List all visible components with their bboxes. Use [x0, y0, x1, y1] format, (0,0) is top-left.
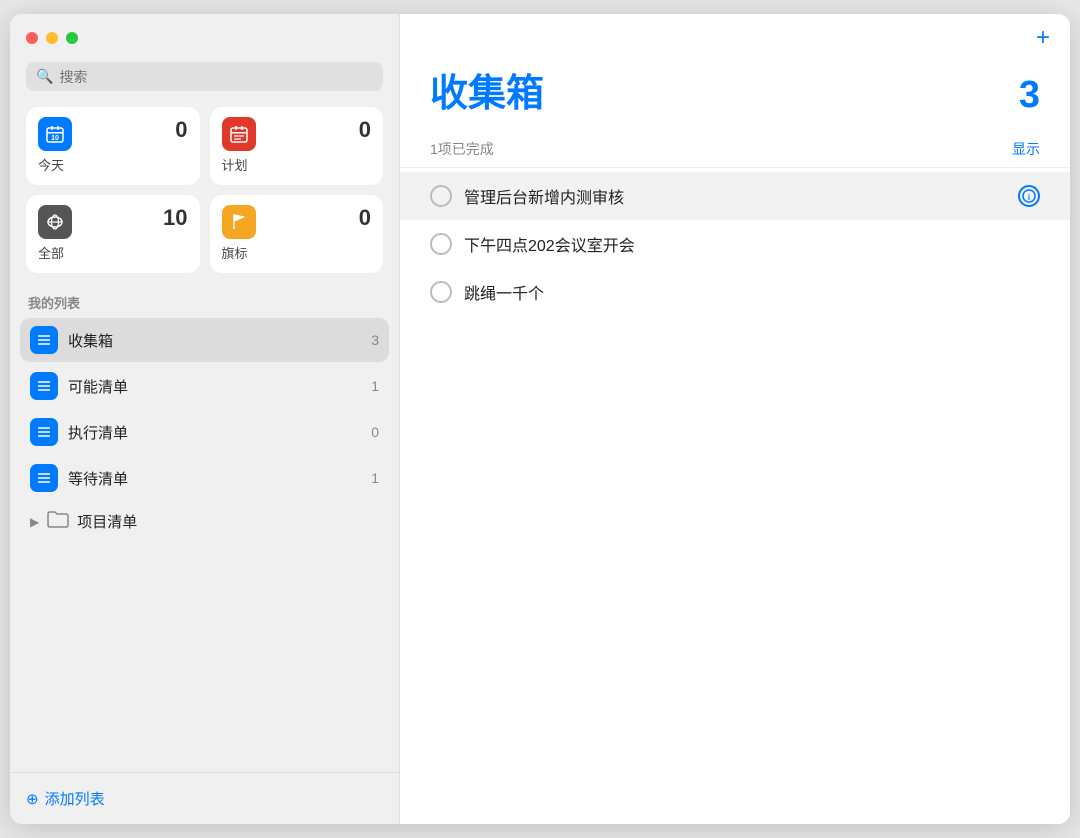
- action-icon: [30, 418, 58, 446]
- chevron-right-icon: ▶: [30, 515, 39, 529]
- list-item-action[interactable]: 执行清单 0: [20, 410, 389, 454]
- lists-container: 收集箱 3 可能清单 1: [10, 318, 399, 772]
- sidebar-footer: ⊕ 添加列表: [10, 772, 399, 824]
- task-complete-circle[interactable]: [430, 185, 452, 207]
- smart-card-flag[interactable]: 0 旗标: [210, 195, 384, 273]
- main-header: 收集箱 3: [400, 62, 1070, 133]
- maybe-icon: [30, 372, 58, 400]
- waiting-icon: [30, 464, 58, 492]
- maybe-count: 1: [371, 378, 379, 394]
- search-icon: 🔍: [36, 68, 53, 85]
- task-item[interactable]: 下午四点202会议室开会: [400, 220, 1070, 268]
- task-complete-circle[interactable]: [430, 281, 452, 303]
- inbox-icon: [30, 326, 58, 354]
- flag-icon: [222, 205, 256, 239]
- task-text: 下午四点202会议室开会: [464, 232, 1040, 256]
- today-icon: 10: [38, 117, 72, 151]
- today-label: 今天: [38, 155, 188, 174]
- add-list-button[interactable]: ⊕ 添加列表: [26, 788, 105, 809]
- all-count: 10: [163, 205, 187, 231]
- list-item-waiting[interactable]: 等待清单 1: [20, 456, 389, 500]
- plan-count: 0: [359, 117, 371, 143]
- add-list-icon: ⊕: [26, 790, 39, 808]
- show-completed-button[interactable]: 显示: [1012, 139, 1040, 159]
- inbox-name: 收集箱: [68, 330, 361, 351]
- main-content: + 收集箱 3 1项已完成 显示 管理后台新增内测审核 i: [400, 14, 1070, 824]
- smart-lists: 10 0 今天: [26, 107, 383, 273]
- task-text: 管理后台新增内测审核: [464, 184, 1006, 208]
- waiting-name: 等待清单: [68, 468, 361, 489]
- svg-text:i: i: [1028, 193, 1030, 202]
- project-name: 项目清单: [77, 511, 137, 532]
- action-name: 执行清单: [68, 422, 361, 443]
- flag-count: 0: [359, 205, 371, 231]
- tasks-list: 管理后台新增内测审核 i 下午四点202会议室开会 跳绳一千个: [400, 168, 1070, 824]
- completed-text: 1项已完成: [430, 139, 494, 159]
- action-count: 0: [371, 424, 379, 440]
- completed-row: 1项已完成 显示: [400, 133, 1070, 168]
- waiting-count: 1: [371, 470, 379, 486]
- titlebar: [10, 14, 399, 62]
- all-label: 全部: [38, 243, 188, 262]
- main-count: 3: [1019, 74, 1040, 117]
- add-list-label: 添加列表: [45, 788, 105, 809]
- task-text: 跳绳一千个: [464, 280, 1040, 304]
- task-item[interactable]: 跳绳一千个: [400, 268, 1070, 316]
- maybe-name: 可能清单: [68, 376, 361, 397]
- maximize-button[interactable]: [66, 32, 78, 44]
- app-window: 🔍 10 0 今天: [10, 14, 1070, 824]
- sidebar: 🔍 10 0 今天: [10, 14, 400, 824]
- all-icon: [38, 205, 72, 239]
- smart-card-today[interactable]: 10 0 今天: [26, 107, 200, 185]
- main-title: 收集箱: [430, 62, 544, 117]
- plan-label: 计划: [222, 155, 372, 174]
- search-bar[interactable]: 🔍: [26, 62, 383, 91]
- today-count: 0: [175, 117, 187, 143]
- smart-card-plan[interactable]: 0 计划: [210, 107, 384, 185]
- smart-card-all[interactable]: 10 全部: [26, 195, 200, 273]
- main-toolbar: +: [400, 14, 1070, 62]
- task-complete-circle[interactable]: [430, 233, 452, 255]
- close-button[interactable]: [26, 32, 38, 44]
- add-task-button[interactable]: +: [1036, 26, 1050, 50]
- my-lists-label: 我的列表: [28, 293, 381, 312]
- task-info-button[interactable]: i: [1018, 185, 1040, 207]
- svg-text:10: 10: [51, 135, 59, 142]
- inbox-count: 3: [371, 332, 379, 348]
- folder-icon: [47, 510, 69, 533]
- plan-icon: [222, 117, 256, 151]
- list-item-maybe[interactable]: 可能清单 1: [20, 364, 389, 408]
- minimize-button[interactable]: [46, 32, 58, 44]
- flag-label: 旗标: [222, 243, 372, 262]
- list-item-inbox[interactable]: 收集箱 3: [20, 318, 389, 362]
- project-item[interactable]: ▶ 项目清单: [20, 502, 389, 541]
- search-input[interactable]: [59, 69, 373, 85]
- task-item[interactable]: 管理后台新增内测审核 i: [400, 172, 1070, 220]
